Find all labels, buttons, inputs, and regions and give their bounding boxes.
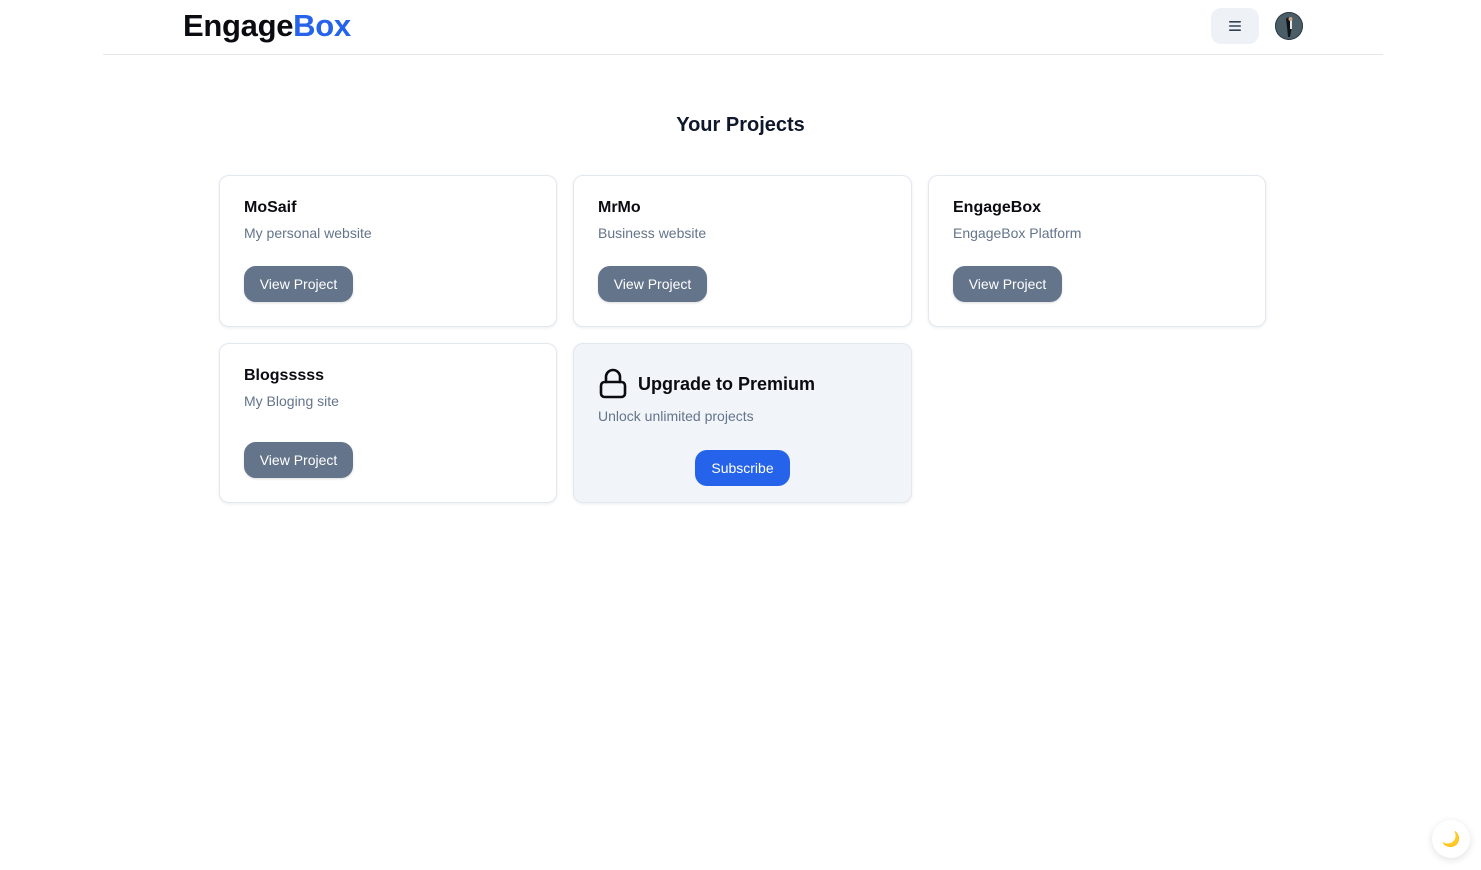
brand-name-part1: Engage <box>183 8 294 43</box>
page: EngageBox Your Projects MoSaif My person… <box>0 0 1481 870</box>
premium-title: Upgrade to Premium <box>638 374 816 394</box>
premium-description: Unlock unlimited projects <box>598 408 754 424</box>
project-name: MoSaif <box>244 199 297 216</box>
project-card: MoSaif My personal website View Project <box>219 175 557 327</box>
menu-button[interactable] <box>1211 8 1259 44</box>
view-project-button[interactable]: View Project <box>244 442 353 478</box>
top-nav: EngageBox <box>103 0 1383 55</box>
brand-logo[interactable]: EngageBox <box>183 8 351 44</box>
view-project-button[interactable]: View Project <box>244 266 353 302</box>
menu-icon <box>1229 21 1241 31</box>
project-name: EngageBox <box>953 199 1042 216</box>
upgrade-premium-card: Upgrade to Premium Unlock unlimited proj… <box>573 343 912 503</box>
brand-name-part2: Box <box>293 8 351 43</box>
project-name: MrMo <box>598 199 641 216</box>
moon-icon: 🌙 <box>1441 831 1461 848</box>
view-project-button[interactable]: View Project <box>953 266 1062 302</box>
project-card: Blogsssss My Bloging site View Project <box>219 343 557 503</box>
project-card: MrMo Business website View Project <box>573 175 912 327</box>
page-title: Your Projects <box>676 114 805 136</box>
project-card: EngageBox EngageBox Platform View Projec… <box>928 175 1266 327</box>
lock-icon <box>599 368 627 399</box>
project-description: My Bloging site <box>244 393 339 409</box>
project-description: Business website <box>598 225 707 241</box>
project-description: My personal website <box>244 225 372 241</box>
view-project-button[interactable]: View Project <box>598 266 707 302</box>
subscribe-button[interactable]: Subscribe <box>695 450 790 486</box>
project-description: EngageBox Platform <box>953 225 1082 241</box>
theme-toggle-button[interactable]: 🌙 <box>1432 820 1470 858</box>
project-name: Blogsssss <box>244 367 325 384</box>
avatar-image <box>1275 12 1303 40</box>
avatar[interactable] <box>1275 12 1303 40</box>
